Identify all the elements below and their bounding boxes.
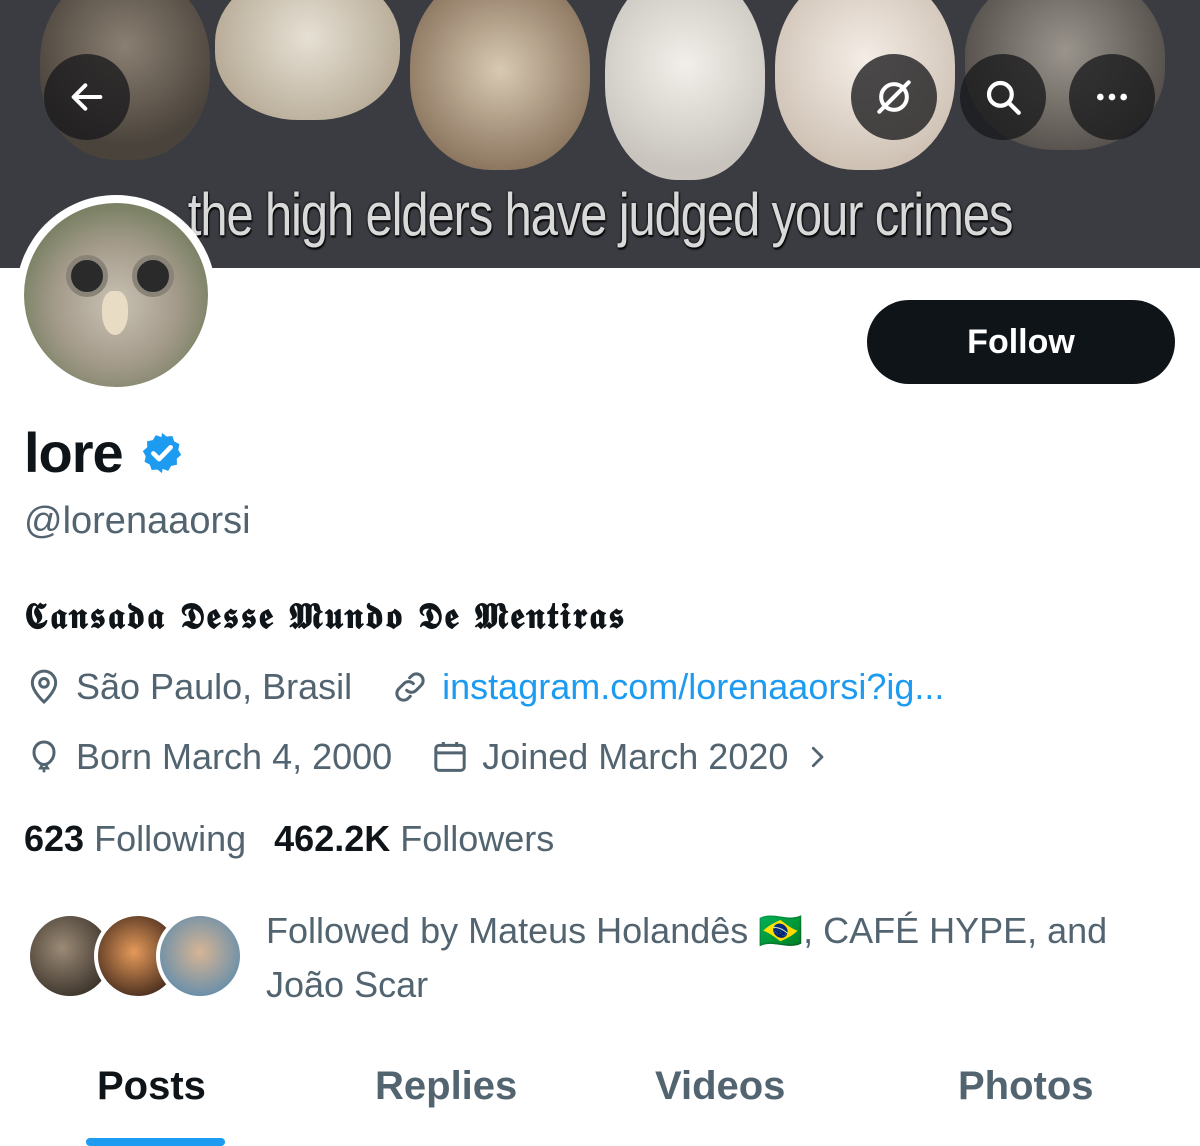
profile-avatar[interactable] (16, 195, 216, 395)
grok-icon (877, 80, 911, 114)
search-icon (986, 80, 1021, 115)
website[interactable]: instagram.com/lorenaaorsi?ig... (390, 666, 944, 708)
birthday: Born March 4, 2000 (24, 736, 392, 778)
banner-animal-face (215, 0, 400, 120)
active-tab-indicator (86, 1138, 225, 1146)
verified-badge-icon[interactable] (139, 430, 185, 476)
tab-photos[interactable]: Photos (958, 1064, 1094, 1109)
followers-label: Followers (400, 818, 555, 859)
following-count: 623 (24, 818, 85, 859)
banner-caption: the high elders have judged your crimes (187, 181, 1014, 248)
website-link[interactable]: instagram.com/lorenaaorsi?ig... (442, 666, 944, 708)
link-icon (395, 672, 425, 702)
search-button[interactable] (960, 54, 1046, 140)
joined-text: Joined March 2020 (482, 736, 789, 777)
followers-stat[interactable]: 462.2K Followers (274, 818, 554, 860)
calendar-icon (434, 742, 466, 772)
location: São Paulo, Brasil (24, 666, 352, 708)
profile-name-row: lore (24, 420, 185, 485)
grok-button[interactable] (851, 54, 937, 140)
chevron-right-icon (812, 746, 824, 768)
back-arrow-icon (71, 83, 103, 111)
tab-videos[interactable]: Videos (655, 1064, 785, 1109)
follow-button[interactable]: Follow (867, 300, 1175, 384)
profile-meta-row-1: São Paulo, Brasil instagram.com/lorenaao… (24, 666, 982, 708)
location-pin-icon (30, 669, 58, 705)
follow-stats: 623 Following 462.2K Followers (24, 818, 582, 860)
banner-animal-face (410, 0, 590, 170)
location-text: São Paulo, Brasil (76, 666, 353, 707)
profile-handle: @lorenaaorsi (24, 500, 251, 542)
tab-posts[interactable]: Posts (97, 1064, 206, 1109)
profile-bio: 𝕮𝖆𝖓𝖘𝖆𝖉𝖆 𝕯𝖊𝖘𝖘𝖊 𝕸𝖚𝖓𝖉𝖔 𝕯𝖊 𝕸𝖊𝖓𝖙𝖎𝖗𝖆𝖘 (24, 595, 627, 637)
banner-animal-face (605, 0, 765, 180)
more-icon (1097, 93, 1127, 101)
following-stat[interactable]: 623 Following (24, 818, 246, 860)
follower-avatar[interactable] (156, 912, 244, 1000)
tab-replies[interactable]: Replies (375, 1064, 517, 1109)
joined[interactable]: Joined March 2020 (430, 736, 832, 778)
display-name: lore (24, 421, 124, 484)
avatar-image (24, 203, 208, 387)
following-label: Following (94, 818, 247, 859)
followers-count: 462.2K (274, 818, 391, 859)
birthday-text: Born March 4, 2000 (76, 736, 393, 777)
more-button[interactable] (1069, 54, 1155, 140)
back-button[interactable] (44, 54, 130, 140)
followed-by-text[interactable]: Followed by Mateus Holandês 🇧🇷, CAFÉ HYP… (266, 904, 1166, 1012)
profile-tabs: Posts Replies Videos Photos (0, 1058, 1200, 1146)
balloon-icon (32, 740, 56, 773)
profile-meta-row-2: Born March 4, 2000 Joined March 2020 (24, 736, 870, 778)
